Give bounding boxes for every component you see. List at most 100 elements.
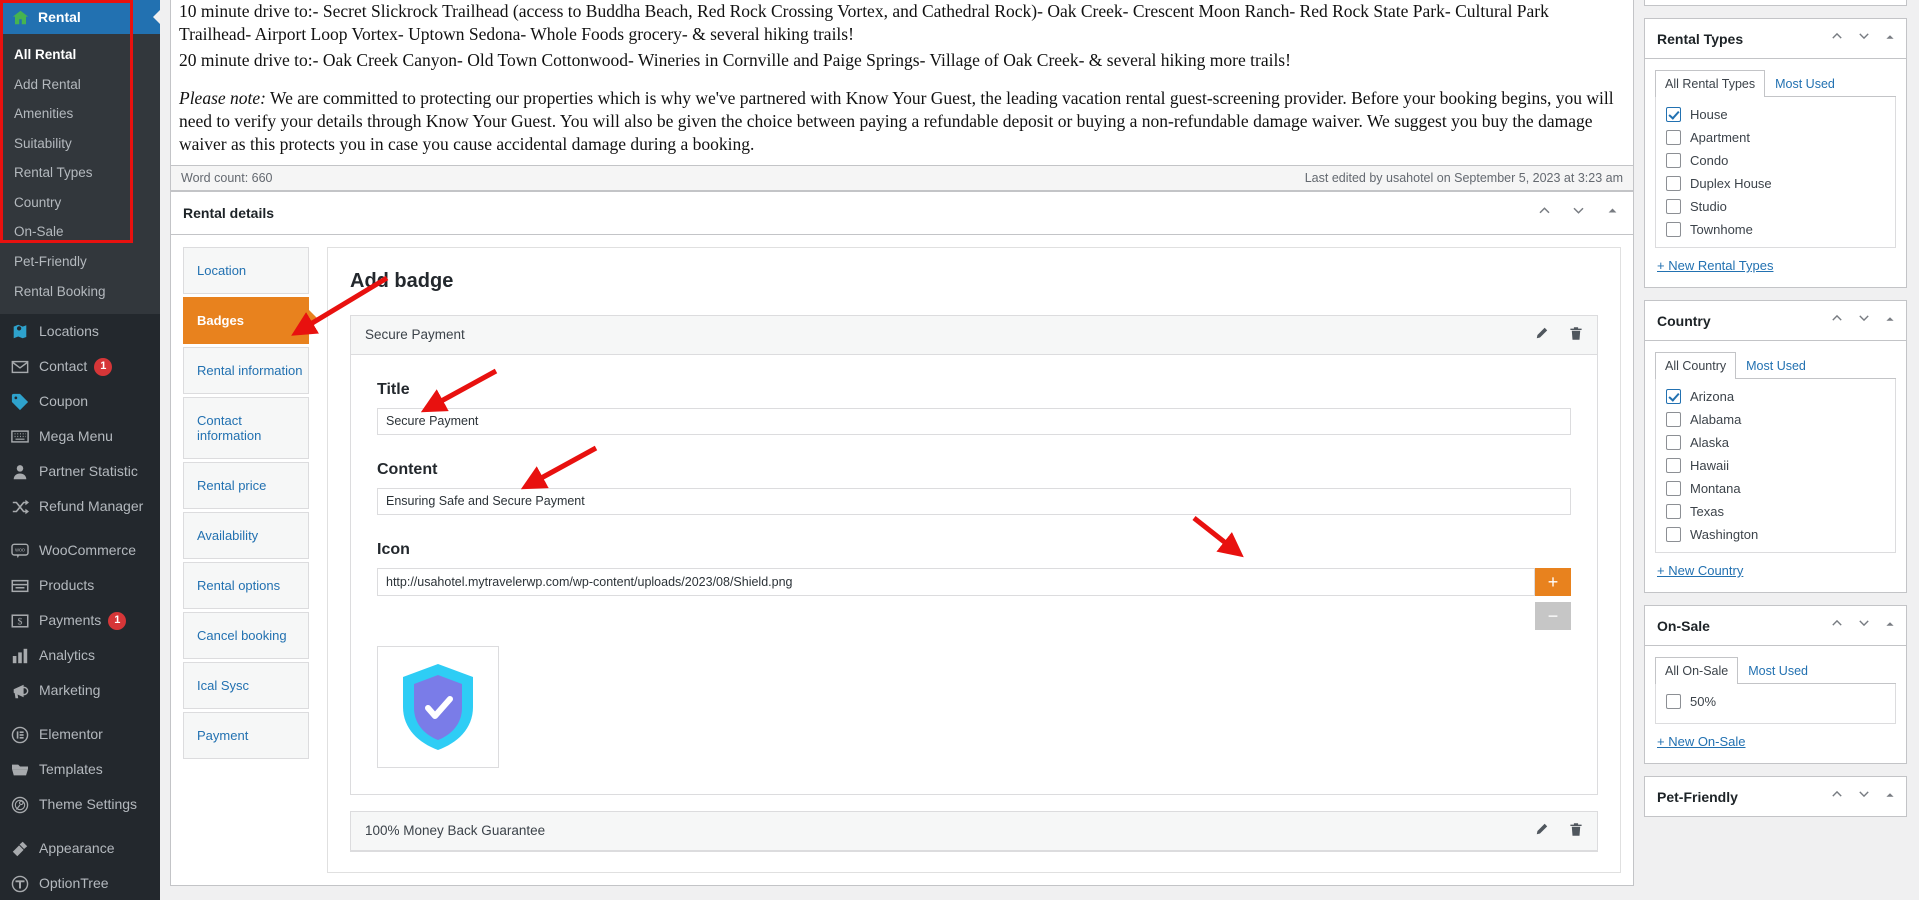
tab-rental-information[interactable]: Rental information [183, 346, 309, 394]
submenu-item-add-rental[interactable]: Add Rental [0, 70, 160, 100]
checkbox-50-percent[interactable] [1666, 694, 1681, 709]
sidebar-item-coupon[interactable]: Coupon [0, 384, 160, 419]
badge-card-actions[interactable] [1534, 822, 1583, 840]
add-icon-button[interactable]: + [1535, 567, 1571, 596]
tab-all-on-sale[interactable]: All On-Sale [1655, 657, 1739, 684]
checkbox-alaska[interactable] [1666, 435, 1681, 450]
sidebar-item-templates[interactable]: Templates [0, 752, 160, 787]
move-up-icon[interactable] [1830, 311, 1844, 330]
submenu-item-rental-types[interactable]: Rental Types [0, 158, 160, 188]
submenu-item-all-rental[interactable]: All Rental [0, 40, 160, 70]
rental-types-checklist[interactable]: House Apartment Condo Duplex House Studi… [1655, 97, 1896, 248]
sidebar-item-theme-settings[interactable]: Theme Settings [0, 787, 160, 822]
move-down-icon[interactable] [1569, 203, 1587, 223]
badge-content-input[interactable] [377, 487, 1571, 515]
panel-controls[interactable] [1830, 311, 1896, 330]
tab-ical-sysc[interactable]: Ical Sysc [183, 661, 309, 709]
rental-details-tab-list[interactable]: Location Badges Rental information Conta… [183, 246, 309, 873]
edit-icon[interactable] [1534, 822, 1549, 840]
move-down-icon[interactable] [1857, 29, 1871, 48]
sidebar-item-contact[interactable]: Contact 1 [0, 349, 160, 384]
checkbox-montana[interactable] [1666, 481, 1681, 496]
remove-icon-button[interactable]: − [1535, 601, 1571, 630]
sidebar-item-locations[interactable]: Locations [0, 314, 160, 349]
checkbox-condo[interactable] [1666, 153, 1681, 168]
checkbox-house[interactable] [1666, 107, 1681, 122]
checkbox-washington[interactable] [1666, 527, 1681, 542]
checkbox-arizona[interactable] [1666, 389, 1681, 404]
checkbox-row[interactable]: Duplex House [1666, 176, 1885, 191]
checkbox-row[interactable]: Apartment [1666, 130, 1885, 145]
sidebar-item-woocommerce[interactable]: woo WooCommerce [0, 533, 160, 568]
checkbox-row[interactable]: Townhome [1666, 222, 1885, 237]
delete-icon[interactable] [1569, 822, 1583, 840]
checkbox-row[interactable]: House [1666, 107, 1885, 122]
move-up-icon[interactable] [1830, 616, 1844, 635]
tab-most-used-rental-types[interactable]: Most Used [1765, 70, 1845, 97]
checkbox-row[interactable]: Condo [1666, 153, 1885, 168]
tab-availability[interactable]: Availability [183, 511, 309, 559]
submenu-item-suitability[interactable]: Suitability [0, 129, 160, 159]
sidebar-item-optiontree[interactable]: OptionTree [0, 866, 160, 900]
sidebar-item-partner-statistic[interactable]: Partner Statistic [0, 454, 160, 489]
tab-payment[interactable]: Payment [183, 711, 309, 759]
submenu-item-on-sale[interactable]: On-Sale [0, 217, 160, 247]
sidebar-item-mega-menu[interactable]: Mega Menu [0, 419, 160, 454]
on-sale-checklist[interactable]: 50% [1655, 684, 1896, 724]
tab-badges[interactable]: Badges [183, 296, 309, 344]
toggle-panel-icon[interactable] [1884, 312, 1896, 330]
post-editor[interactable]: 10 minute drive to:- Secret Slickrock Tr… [170, 0, 1634, 191]
country-checklist[interactable]: Arizona Alabama Alaska Hawaii Montana Te… [1655, 379, 1896, 553]
new-on-sale-link[interactable]: + New On-Sale [1657, 734, 1746, 749]
tab-rental-price[interactable]: Rental price [183, 461, 309, 509]
checkbox-townhome[interactable] [1666, 222, 1681, 237]
rental-types-tabs[interactable]: All Rental Types Most Used [1655, 69, 1896, 97]
move-up-icon[interactable] [1830, 29, 1844, 48]
badge-card-header[interactable]: 100% Money Back Guarantee [351, 811, 1597, 851]
move-down-icon[interactable] [1857, 311, 1871, 330]
tab-cancel-booking[interactable]: Cancel booking [183, 611, 309, 659]
submenu-item-pet-friendly[interactable]: Pet-Friendly [0, 247, 160, 277]
tab-rental-options[interactable]: Rental options [183, 561, 309, 609]
edit-icon[interactable] [1534, 326, 1549, 344]
toggle-panel-icon[interactable] [1884, 30, 1896, 48]
sidebar-item-products[interactable]: Products [0, 568, 160, 603]
badge-icon-url-input[interactable] [377, 567, 1535, 596]
checkbox-texas[interactable] [1666, 504, 1681, 519]
checkbox-duplex-house[interactable] [1666, 176, 1681, 191]
checkbox-row[interactable]: Texas [1666, 504, 1885, 519]
checkbox-alabama[interactable] [1666, 412, 1681, 427]
tab-location[interactable]: Location [183, 246, 309, 294]
checkbox-row[interactable]: Washington [1666, 527, 1885, 542]
panel-controls[interactable] [1830, 29, 1896, 48]
rental-submenu[interactable]: All Rental Add Rental Amenities Suitabil… [0, 34, 160, 315]
badge-card-header[interactable]: Secure Payment [351, 315, 1597, 355]
checkbox-hawaii[interactable] [1666, 458, 1681, 473]
editor-content[interactable]: 10 minute drive to:- Secret Slickrock Tr… [171, 0, 1633, 165]
move-up-icon[interactable] [1535, 203, 1553, 223]
submenu-item-country[interactable]: Country [0, 188, 160, 218]
toggle-panel-icon[interactable] [1603, 204, 1621, 222]
checkbox-studio[interactable] [1666, 199, 1681, 214]
sidebar-item-elementor[interactable]: Elementor [0, 717, 160, 752]
submenu-item-rental-booking[interactable]: Rental Booking [0, 277, 160, 307]
tab-all-rental-types[interactable]: All Rental Types [1655, 70, 1766, 97]
tab-contact-information[interactable]: Contact information [183, 396, 309, 459]
checkbox-row[interactable]: Alabama [1666, 412, 1885, 427]
sidebar-item-payments[interactable]: $ Payments 1 [0, 603, 160, 638]
new-rental-types-link[interactable]: + New Rental Types [1657, 258, 1773, 273]
panel-controls[interactable] [1830, 616, 1896, 635]
toggle-panel-icon[interactable] [1884, 788, 1896, 806]
checkbox-row[interactable]: 50% [1666, 694, 1885, 709]
new-country-link[interactable]: + New Country [1657, 563, 1743, 578]
checkbox-row[interactable]: Studio [1666, 199, 1885, 214]
postbox-controls[interactable] [1535, 203, 1621, 223]
sidebar-item-marketing[interactable]: Marketing [0, 673, 160, 708]
checkbox-row[interactable]: Arizona [1666, 389, 1885, 404]
move-down-icon[interactable] [1857, 787, 1871, 806]
badge-card-actions[interactable] [1534, 326, 1583, 344]
delete-icon[interactable] [1569, 326, 1583, 344]
country-tabs[interactable]: All Country Most Used [1655, 351, 1896, 379]
tab-most-used-on-sale[interactable]: Most Used [1738, 657, 1818, 684]
badge-title-input[interactable] [377, 407, 1571, 435]
